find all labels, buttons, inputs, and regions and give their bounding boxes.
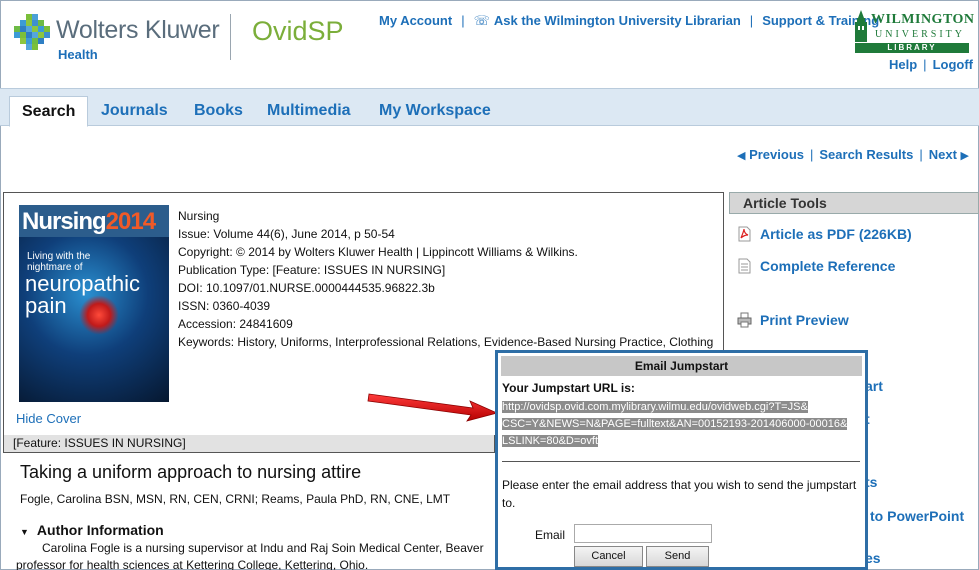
cover-headline: Living with the nightmare of: [27, 251, 91, 273]
export-to-powerpoint-link[interactable]: to PowerPoint: [870, 508, 964, 524]
copyright: Copyright: © 2014 by Wolters Kluwer Heal…: [178, 245, 578, 259]
journal-cover-image[interactable]: Nursing2014 Living with the nightmare of …: [19, 205, 169, 402]
chat-icon: ☏: [473, 13, 490, 28]
jumpstart-url-text[interactable]: http://ovidsp.ovid.com.mylibrary.wilmu.e…: [502, 399, 858, 450]
tab-bar: Search Journals Books Multimedia My Work…: [0, 88, 979, 127]
url-line: http://ovidsp.ovid.com.mylibrary.wilmu.e…: [502, 401, 808, 413]
article-authors: Fogle, Carolina BSN, MSN, RN, CEN, CRNI;…: [20, 492, 451, 506]
tab-my-workspace[interactable]: My Workspace: [367, 96, 503, 127]
document-icon: [738, 258, 751, 274]
issue-info: Issue: Volume 44(6), June 2014, p 50-54: [178, 227, 395, 241]
university-logo[interactable]: WILMINGTON UNIVERSITY LIBRARY: [853, 10, 974, 54]
next-link[interactable]: Next: [929, 147, 957, 162]
brand-name: Wolters Kluwer: [56, 16, 220, 44]
university-line2: UNIVERSITY: [875, 29, 965, 40]
link-separator: |: [461, 13, 465, 28]
section-bar: [Feature: ISSUES IN NURSING]: [3, 435, 495, 453]
cover-masthead: Nursing2014: [22, 208, 156, 235]
university-line3: LIBRARY: [855, 43, 969, 53]
red-arrow-annotation-icon: [367, 393, 499, 422]
link-separator: |: [749, 13, 754, 28]
wolters-kluwer-logo-icon: [14, 14, 50, 50]
brand-sub: Health: [58, 47, 98, 62]
logoff-link[interactable]: Logoff: [933, 57, 973, 72]
doi: DOI: 10.1097/01.NURSE.0000444535.96822.3…: [178, 281, 435, 295]
author-information-toggle[interactable]: ▼ Author Information: [20, 522, 164, 538]
my-account-link[interactable]: My Account: [379, 13, 452, 28]
header-divider: [230, 14, 231, 60]
url-line: LSLINK=80&D=ovft: [502, 435, 599, 447]
journal-name: Nursing: [178, 209, 220, 223]
dialog-message: Please enter the email address that you …: [502, 478, 857, 510]
accession: Accession: 24841609: [178, 317, 293, 331]
publication-type: Publication Type: [Feature: ISSUES IN NU…: [178, 263, 446, 277]
dialog-title: Email Jumpstart: [501, 356, 862, 376]
issn: ISSN: 0360-4039: [178, 299, 271, 313]
tab-journals[interactable]: Journals: [89, 96, 180, 127]
next-arrow-icon: ▶: [960, 150, 969, 162]
complete-reference-link[interactable]: Complete Reference: [737, 258, 895, 274]
jumpstart-url-label: Your Jumpstart URL is:: [502, 381, 635, 395]
search-results-link[interactable]: Search Results: [819, 147, 913, 162]
previous-link[interactable]: Previous: [749, 147, 804, 162]
cover-big-text: neuropathic pain: [25, 271, 140, 318]
article-title: Taking a uniform approach to nursing att…: [20, 462, 362, 482]
pdf-icon: [738, 226, 751, 242]
author-info-text: professor for health sciences at Ketteri…: [16, 558, 369, 570]
hide-cover-link[interactable]: Hide Cover: [16, 411, 81, 426]
article-as-pdf-link[interactable]: Article as PDF (226KB): [737, 226, 912, 242]
article-metadata: Nursing Issue: Volume 44(6), June 2014, …: [178, 207, 718, 351]
author-info-text: Carolina Fogle is a nursing supervisor a…: [42, 541, 484, 555]
tab-multimedia[interactable]: Multimedia: [255, 96, 363, 127]
url-line: CSC=Y&NEWS=N&PAGE=fulltext&AN=00152193-2…: [502, 418, 848, 430]
email-jumpstart-dialog: Email Jumpstart Your Jumpstart URL is: h…: [495, 350, 868, 570]
tab-books[interactable]: Books: [182, 96, 255, 127]
tab-search[interactable]: Search: [9, 96, 89, 127]
dialog-divider: [502, 461, 860, 462]
pager: ◀ Previous | Search Results | Next ▶: [737, 147, 969, 162]
link-separator: |: [810, 147, 814, 162]
university-line1: WILMINGTON: [871, 12, 975, 27]
cancel-button[interactable]: Cancel: [574, 546, 643, 567]
email-input[interactable]: [574, 524, 712, 543]
printer-icon: [737, 312, 752, 328]
product-name: OvidSP: [252, 16, 344, 46]
send-button[interactable]: Send: [646, 546, 709, 567]
print-preview-link[interactable]: Print Preview: [737, 312, 849, 328]
link-separator: |: [919, 147, 923, 162]
link-separator: |: [923, 57, 927, 72]
keywords: Keywords: History, Uniforms, Interprofes…: [178, 335, 714, 349]
email-label: Email: [535, 528, 566, 542]
header: Wolters Kluwer Health OvidSP My Account |…: [0, 0, 979, 88]
top-links: My Account | ☏ Ask the Wilmington Universit…: [379, 13, 879, 29]
article-tools-heading: Article Tools: [729, 192, 979, 214]
previous-arrow-icon: ◀: [736, 150, 746, 162]
help-link[interactable]: Help: [889, 57, 917, 72]
ask-librarian-link[interactable]: Ask the Wilmington University Librarian: [494, 13, 741, 28]
triangle-down-icon: ▼: [20, 527, 29, 537]
help-links: Help | Logoff: [889, 57, 973, 72]
